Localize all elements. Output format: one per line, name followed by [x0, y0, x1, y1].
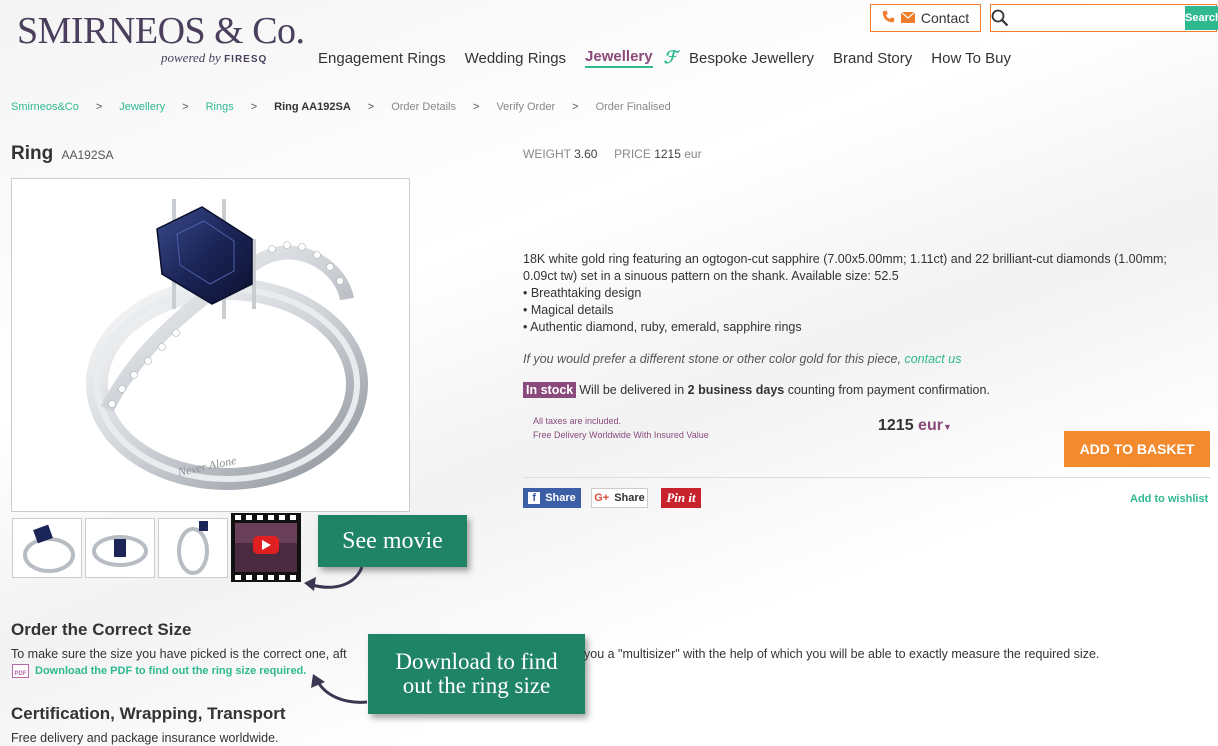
nav-how-to-buy[interactable]: How To Buy — [931, 50, 1011, 67]
cert-section-title: Certification, Wrapping, Transport — [11, 704, 286, 723]
breadcrumb-separator: > — [572, 101, 579, 113]
bullet-3: • Authentic diamond, ruby, emerald, sapp… — [523, 320, 802, 334]
add-to-basket-button[interactable]: ADD TO BASKET — [1064, 431, 1210, 467]
tax-info: All taxes are included. Free Delivery Wo… — [533, 414, 709, 442]
stock-status: In stock Will be delivered in 2 business … — [523, 382, 990, 398]
facebook-share-label: Share — [545, 492, 576, 504]
brand-name: SMIRNEOS & Co. — [17, 10, 305, 52]
main-nav: Engagement Rings Wedding Rings Jewellery… — [318, 48, 1030, 68]
contact-label: Contact — [920, 10, 970, 26]
breadcrumb-order-finalised: Order Finalised — [595, 101, 671, 113]
custom-order-note: If you would prefer a different stone or… — [523, 352, 961, 366]
mail-icon — [900, 10, 916, 26]
thumbnail-3[interactable] — [158, 518, 228, 578]
size-section-title: Order the Correct Size — [11, 620, 192, 639]
breadcrumb-verify-order: Verify Order — [496, 101, 556, 113]
product-description: 18K white gold ring featuring an ogtogon… — [523, 251, 1195, 336]
download-pdf-link[interactable]: PDF Download the PDF to find out the rin… — [12, 664, 306, 678]
see-movie-callout: See movie — [318, 515, 467, 567]
caret-down-icon: ▼ — [942, 422, 952, 432]
callout-line-2: out the ring size — [402, 673, 551, 698]
bullet-2: • Magical details — [523, 303, 614, 317]
powered-by-text: powered by — [161, 50, 221, 65]
divider — [523, 477, 1210, 478]
size-text-left: To make sure the size you have picked is… — [11, 647, 347, 661]
nav-bespoke-jewellery[interactable]: Bespoke Jewellery — [689, 50, 814, 67]
prefer-text: If you would prefer a different stone or… — [523, 352, 905, 366]
breadcrumb-order-details: Order Details — [391, 101, 456, 113]
taxes-line-1: All taxes are included. — [533, 416, 622, 426]
taxes-line-2: Free Delivery Worldwide With Insured Val… — [533, 430, 709, 440]
search-button[interactable]: Search — [1185, 6, 1218, 30]
video-thumbnail[interactable] — [231, 513, 301, 582]
breadcrumb-separator: > — [182, 101, 189, 113]
brand-monogram-icon: ℱ — [663, 48, 677, 67]
breadcrumb-separator: > — [250, 101, 258, 113]
search-icon — [991, 5, 1009, 31]
download-pdf-label: Download the PDF to find out the ring si… — [35, 665, 307, 677]
bullet-1: • Breathtaking design — [523, 286, 642, 300]
facebook-share-button[interactable]: f Share — [523, 488, 581, 508]
breadcrumb-separator: > — [367, 101, 375, 113]
total-price-value: 1215 — [878, 417, 914, 434]
size-text-right: you a "multisizer" with the help of whic… — [584, 647, 1100, 661]
phone-icon — [882, 10, 895, 26]
currency-selector[interactable]: eur▼ — [918, 417, 952, 434]
breadcrumb-current: Ring AA192SA — [274, 101, 351, 113]
stock-text-2: counting from payment confirmation. — [784, 383, 990, 397]
search-input[interactable] — [1009, 6, 1185, 30]
product-main-image[interactable]: Never Alone — [11, 178, 410, 512]
product-title: Ring AA192SA — [11, 143, 114, 165]
cert-text: Free delivery and package insurance worl… — [11, 731, 279, 745]
stock-days: 2 business days — [687, 383, 785, 397]
price-value: 1215 — [654, 147, 681, 161]
download-size-callout: Download to find out the ring size — [368, 634, 585, 714]
pdf-arrow-icon — [311, 674, 368, 704]
add-to-wishlist-link[interactable]: Add to wishlist — [1130, 493, 1208, 505]
pdf-icon: PDF — [12, 664, 29, 678]
stock-text-1: Will be delivered in — [579, 383, 688, 397]
weight-label: WEIGHT — [523, 147, 571, 161]
thumbnail-1[interactable] — [12, 518, 82, 578]
brand-logo[interactable]: SMIRNEOS & Co. powered by FIRESQ — [17, 10, 305, 65]
nav-brand-story[interactable]: Brand Story — [833, 50, 912, 67]
product-name: Ring — [11, 143, 54, 164]
nav-jewellery[interactable]: Jewellery — [585, 48, 653, 68]
breadcrumb: Smirneos&Co > Jewellery > Rings > Ring A… — [11, 101, 688, 113]
thumbnail-strip — [12, 518, 228, 578]
brand-tagline: powered by FIRESQ — [161, 50, 267, 66]
total-price: 1215 eur▼ — [878, 417, 952, 435]
breadcrumb-separator: > — [473, 101, 480, 113]
currency-label: eur — [918, 417, 943, 434]
product-code: AA192SA — [61, 148, 114, 162]
pinterest-button[interactable]: Pin it — [661, 488, 701, 508]
weight-price-row: WEIGHT 3.60 PRICE 1215 eur — [523, 147, 702, 161]
google-share-label: Share — [614, 492, 645, 504]
nav-engagement-rings[interactable]: Engagement Rings — [318, 50, 446, 67]
breadcrumb-separator: > — [95, 101, 103, 113]
nav-wedding-rings[interactable]: Wedding Rings — [465, 50, 566, 67]
search-bar: Search — [990, 4, 1218, 32]
price-label: PRICE — [614, 147, 651, 161]
facebook-icon: f — [528, 492, 541, 504]
breadcrumb-home[interactable]: Smirneos&Co — [11, 101, 79, 113]
powered-brand: FIRESQ — [224, 54, 268, 65]
in-stock-badge: In stock — [523, 382, 577, 398]
google-plus-icon: G+ — [594, 492, 610, 504]
description-text: 18K white gold ring featuring an ogtogon… — [523, 252, 1167, 283]
breadcrumb-rings[interactable]: Rings — [206, 101, 234, 113]
breadcrumb-jewellery[interactable]: Jewellery — [119, 101, 165, 113]
thumbnail-2[interactable] — [85, 518, 155, 578]
google-share-button[interactable]: G+ Share — [591, 488, 648, 508]
contact-button[interactable]: Contact — [870, 4, 981, 32]
movie-arrow-icon — [304, 566, 364, 591]
contact-us-link[interactable]: contact us — [904, 352, 961, 366]
price-unit: eur — [684, 147, 702, 161]
callout-line-1: Download to find — [395, 649, 558, 674]
weight-value: 3.60 — [574, 147, 598, 161]
